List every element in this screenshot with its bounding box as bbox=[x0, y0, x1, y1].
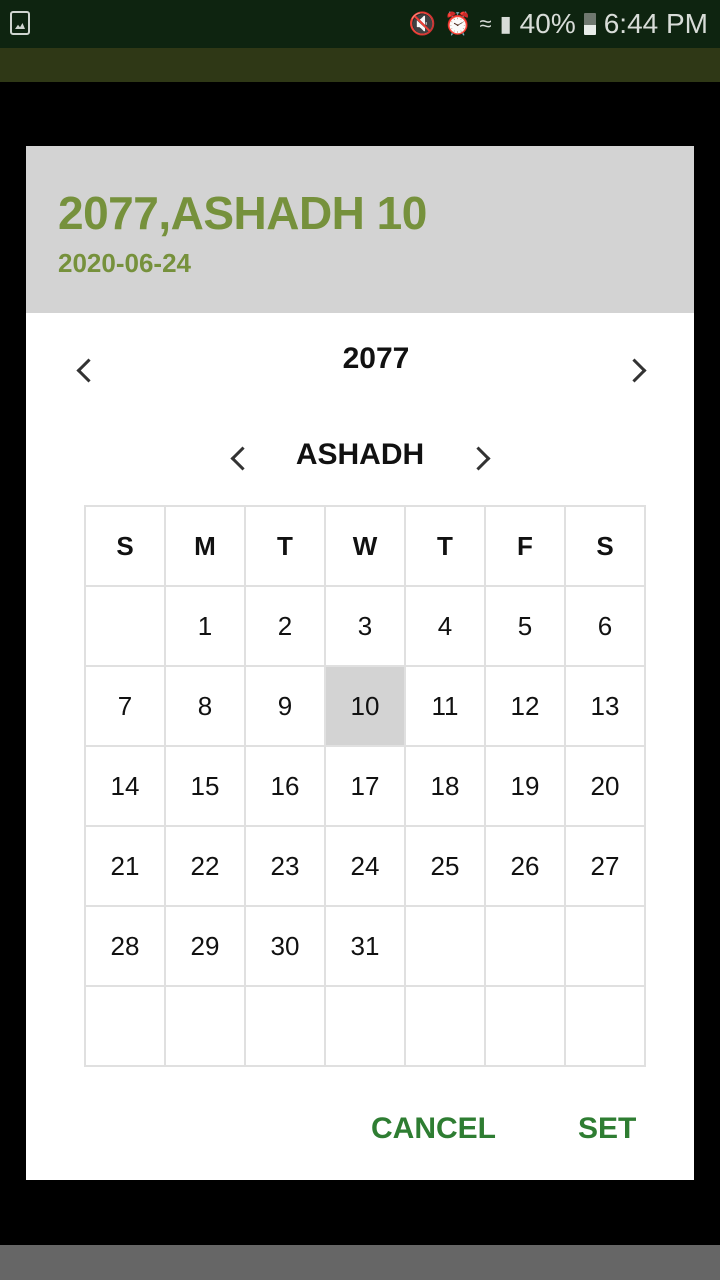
day-cell[interactable]: 22 bbox=[166, 827, 246, 907]
empty-cell bbox=[166, 987, 246, 1067]
day-cell[interactable]: 30 bbox=[246, 907, 326, 987]
signal-icon: ▮ bbox=[499, 11, 512, 36]
day-cell[interactable]: 12 bbox=[486, 667, 566, 747]
alarm-icon: ⏰ bbox=[444, 11, 472, 36]
wifi-icon: ≈ bbox=[479, 11, 492, 36]
weekday-header: S bbox=[566, 507, 646, 587]
day-cell[interactable]: 11 bbox=[406, 667, 486, 747]
battery-icon bbox=[583, 13, 596, 35]
day-cell[interactable]: 2 bbox=[246, 587, 326, 667]
day-cell[interactable]: 25 bbox=[406, 827, 486, 907]
battery-percent: 40% bbox=[519, 8, 576, 39]
weekday-header: T bbox=[246, 507, 326, 587]
cancel-button[interactable]: CANCEL bbox=[371, 1112, 496, 1146]
day-cell-selected[interactable]: 10 bbox=[326, 667, 406, 747]
day-cell[interactable]: 17 bbox=[326, 747, 406, 827]
empty-cell bbox=[406, 907, 486, 987]
day-cell[interactable]: 27 bbox=[566, 827, 646, 907]
day-cell[interactable]: 23 bbox=[246, 827, 326, 907]
weekday-header: F bbox=[486, 507, 566, 587]
dialog-header: 2077,ASHADH 10 2020-06-24 bbox=[26, 146, 694, 313]
day-cell[interactable]: 21 bbox=[86, 827, 166, 907]
set-button[interactable]: SET bbox=[578, 1112, 636, 1146]
app-bar bbox=[0, 48, 720, 82]
status-bar: 🔇 ⏰ ≈ ▮ 40% 6:44 PM bbox=[0, 0, 720, 48]
day-cell[interactable]: 24 bbox=[326, 827, 406, 907]
day-cell[interactable]: 9 bbox=[246, 667, 326, 747]
day-cell[interactable]: 29 bbox=[166, 907, 246, 987]
calendar-grid: S M T W T F S 1 2 3 4 5 6 7 8 9 10 11 12 13 14 15 16 17 18 19 20 21… bbox=[84, 505, 646, 1067]
empty-cell bbox=[246, 987, 326, 1067]
day-cell[interactable]: 31 bbox=[326, 907, 406, 987]
weekday-header: M bbox=[166, 507, 246, 587]
empty-cell bbox=[86, 987, 166, 1067]
day-cell[interactable]: 7 bbox=[86, 667, 166, 747]
clock: 6:44 PM bbox=[603, 8, 708, 39]
mute-icon: 🔇 bbox=[408, 11, 437, 36]
day-cell[interactable]: 5 bbox=[486, 587, 566, 667]
day-cell[interactable]: 8 bbox=[166, 667, 246, 747]
gregorian-date: 2020-06-24 bbox=[58, 248, 191, 278]
empty-cell bbox=[486, 907, 566, 987]
empty-cell bbox=[86, 587, 166, 667]
empty-cell bbox=[566, 907, 646, 987]
selected-date-title: 2077,ASHADH 10 bbox=[58, 187, 427, 239]
day-cell[interactable]: 6 bbox=[566, 587, 646, 667]
day-cell[interactable]: 13 bbox=[566, 667, 646, 747]
weekday-header: S bbox=[86, 507, 166, 587]
day-cell[interactable]: 16 bbox=[246, 747, 326, 827]
empty-cell bbox=[486, 987, 566, 1067]
navigation-bar bbox=[0, 1245, 720, 1280]
day-cell[interactable]: 3 bbox=[326, 587, 406, 667]
day-cell[interactable]: 4 bbox=[406, 587, 486, 667]
day-cell[interactable]: 15 bbox=[166, 747, 246, 827]
gallery-icon bbox=[10, 11, 30, 35]
year-label: 2077 bbox=[342, 342, 410, 375]
status-icons: 🔇 ⏰ ≈ ▮ 40% 6:44 PM bbox=[409, 6, 708, 42]
empty-cell bbox=[326, 987, 406, 1067]
day-cell[interactable]: 26 bbox=[486, 827, 566, 907]
date-picker-dialog: 2077,ASHADH 10 2020-06-24 2077 ASHADH SM… bbox=[26, 146, 694, 1180]
day-cell[interactable]: 14 bbox=[86, 747, 166, 827]
month-label: ASHADH bbox=[295, 438, 425, 471]
day-cell[interactable]: 19 bbox=[486, 747, 566, 827]
empty-cell bbox=[566, 987, 646, 1067]
day-cell[interactable]: 18 bbox=[406, 747, 486, 827]
day-cell[interactable]: 20 bbox=[566, 747, 646, 827]
weekday-header: T bbox=[406, 507, 486, 587]
day-cell[interactable]: 28 bbox=[86, 907, 166, 987]
day-cell[interactable]: 1 bbox=[166, 587, 246, 667]
weekday-header: W bbox=[326, 507, 406, 587]
empty-cell bbox=[406, 987, 486, 1067]
